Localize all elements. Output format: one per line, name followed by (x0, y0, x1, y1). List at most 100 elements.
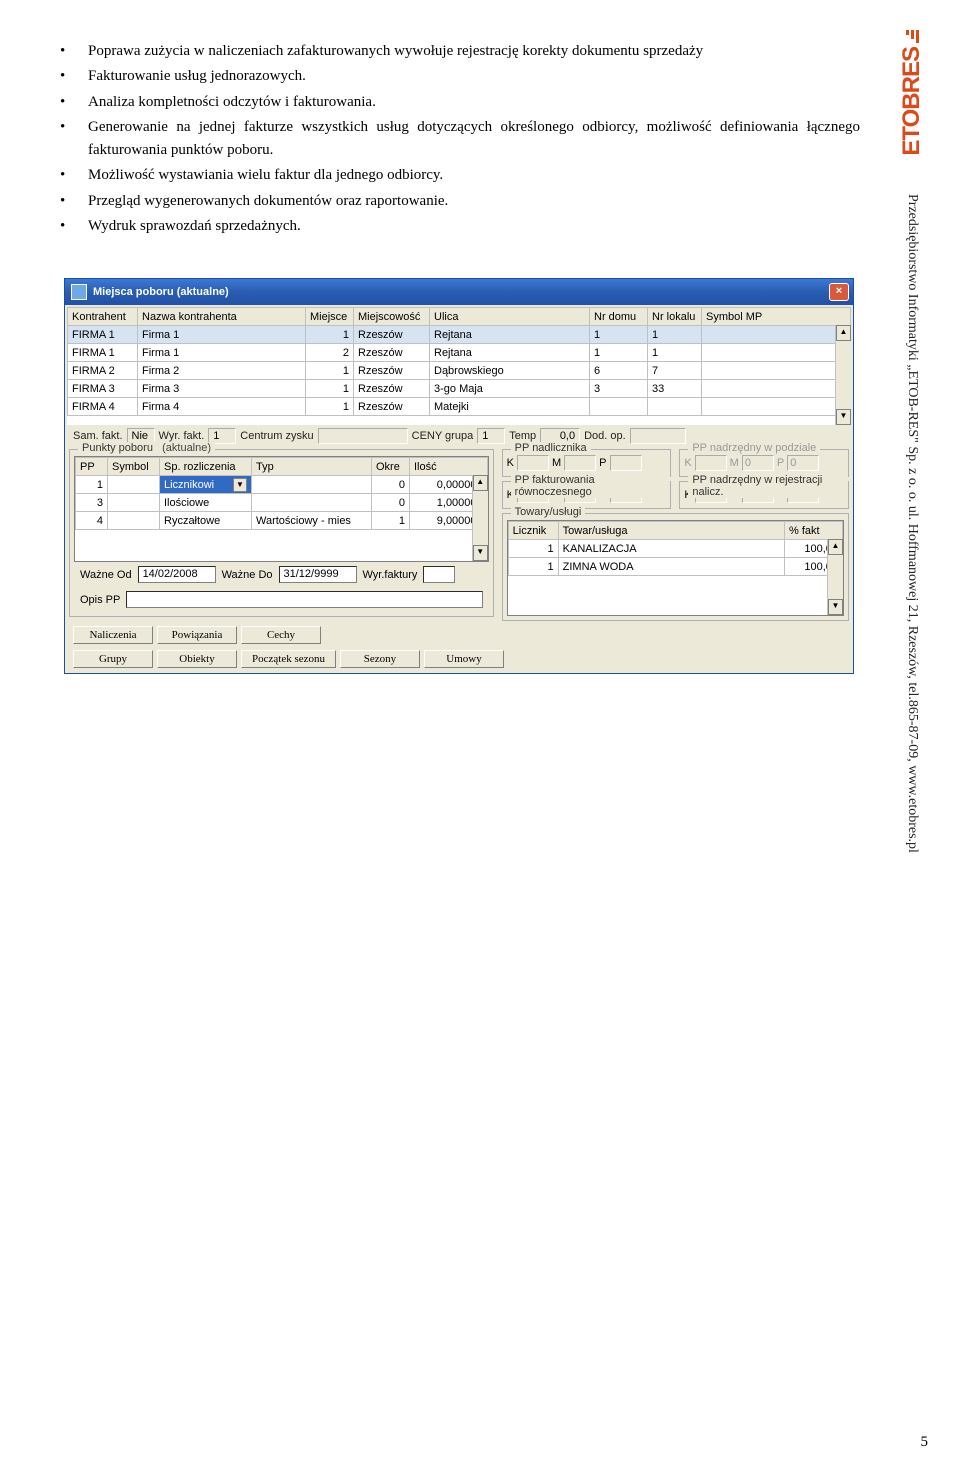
bullet-item: Fakturowanie usług jednorazowych. (60, 65, 860, 88)
button-row-1: Naliczenia Powiązania Cechy (67, 623, 851, 647)
window-title: Miejsca poboru (aktualne) (93, 286, 829, 298)
opis-input[interactable] (126, 591, 482, 608)
towary-table[interactable]: Licznik Towar/usługa % fakt 1 KANALIZACJ… (508, 521, 843, 576)
m-input (742, 455, 774, 471)
scroll-up-icon[interactable]: ▲ (836, 325, 851, 341)
table-row[interactable]: FIRMA 4Firma 41RzeszówMatejki (68, 398, 851, 416)
opis-label: Opis PP (80, 594, 120, 606)
pp-nadrzedny-podziale-fieldset: PP nadrzędny w podziale K M P (679, 449, 849, 477)
wazne-od-input[interactable]: 14/02/2008 (138, 566, 216, 583)
col-header[interactable]: Symbol MP (702, 308, 851, 326)
window-icon (71, 284, 87, 300)
bullet-item: Możliwość wystawiania wielu faktur dla j… (60, 164, 860, 187)
wazne-do-input[interactable]: 31/12/9999 (279, 566, 357, 583)
app-window: Miejsca poboru (aktualne) × Kontrahent N… (64, 278, 854, 674)
close-button[interactable]: × (829, 283, 849, 301)
punkty-poboru-fieldset: Punkty poboru (aktualne) PP Symbol Sp. r… (69, 449, 494, 617)
table-row[interactable]: 1 KANALIZACJA 100,00 (508, 540, 842, 558)
sam-fakt-label: Sam. fakt. (73, 430, 123, 442)
col-header[interactable]: Nr lokalu (648, 308, 702, 326)
sp-dropdown[interactable]: Licznikowi▼ (160, 476, 251, 493)
col-header[interactable]: Nazwa kontrahenta (138, 308, 306, 326)
dod-value (630, 428, 686, 444)
wazne-do-label: Ważne Do (222, 569, 273, 581)
table-row[interactable]: 4 Ryczałtowe Wartościowy - mies 1 9,0000… (76, 512, 488, 530)
punkty-legend: Punkty poboru (82, 442, 153, 454)
table-row[interactable]: 1 ZIMNA WODA 100,00 (508, 558, 842, 576)
col-header[interactable]: Kontrahent (68, 308, 138, 326)
temp-label: Temp (509, 430, 536, 442)
scrollbar[interactable]: ▲ ▼ (472, 475, 488, 561)
table-header-row: Licznik Towar/usługa % fakt (508, 522, 842, 540)
grupy-button[interactable]: Grupy (73, 650, 153, 668)
scroll-up-icon[interactable]: ▲ (828, 539, 843, 555)
pp-rown-legend: PP fakturowania równoczesnego (511, 474, 671, 498)
cechy-button[interactable]: Cechy (241, 626, 321, 644)
towary-legend: Towary/usługi (511, 506, 586, 518)
bullet-list: Poprawa zużycia w naliczeniach zafakturo… (60, 40, 860, 238)
ceny-value: 1 (477, 428, 505, 444)
wazne-od-label: Ważne Od (80, 569, 132, 581)
pp-nadrzedny-podziale-legend: PP nadrzędny w podziale (688, 442, 820, 454)
page-number: 5 (921, 1434, 929, 1451)
col-header[interactable]: Miejscowość (354, 308, 430, 326)
bullet-item: Analiza kompletności odczytów i fakturow… (60, 91, 860, 114)
side-footer: ETOBRES Przedsiębiorstwo Informatyki „ET… (892, 30, 932, 1441)
wyr-faktury-input[interactable] (423, 566, 455, 583)
pp-nadrzedny-nalicz-fieldset: PP nadrzędny w rejestracji nalicz. K M P (679, 481, 849, 509)
k-input[interactable] (517, 455, 549, 471)
scroll-up-icon[interactable]: ▲ (473, 475, 488, 491)
table-row[interactable]: FIRMA 1Firma 11RzeszówRejtana11 (68, 326, 851, 344)
punkty-table[interactable]: PP Symbol Sp. rozliczenia Typ Okre Ilość… (75, 457, 488, 530)
col-header[interactable]: Nr domu (590, 308, 648, 326)
col-header[interactable]: Ulica (430, 308, 590, 326)
footer-text: Przedsiębiorstwo Informatyki „ETOB-RES" … (904, 194, 920, 1441)
logo-bars-icon (906, 30, 919, 43)
chevron-down-icon[interactable]: ▼ (233, 478, 247, 492)
centrum-label: Centrum zysku (240, 430, 313, 442)
pp-nadrzedny-nalicz-legend: PP nadrzędny w rejestracji nalicz. (688, 474, 848, 498)
table-row[interactable]: FIRMA 1Firma 12RzeszówRejtana11 (68, 344, 851, 362)
main-table[interactable]: Kontrahent Nazwa kontrahenta Miejsce Mie… (67, 307, 851, 416)
powiazania-button[interactable]: Powiązania (157, 626, 237, 644)
naliczenia-button[interactable]: Naliczenia (73, 626, 153, 644)
wyr-fakt-label: Wyr. fakt. (159, 430, 205, 442)
table-row[interactable]: 3 Ilościowe 0 1,000000 (76, 494, 488, 512)
umowy-button[interactable]: Umowy (424, 650, 504, 668)
ceny-label: CENY grupa (412, 430, 474, 442)
scrollbar[interactable]: ▲ ▼ (827, 539, 843, 615)
poczatek-sezonu-button[interactable]: Początek sezonu (241, 650, 336, 668)
table-row[interactable]: 1 Licznikowi▼ 0 0,000000 (76, 476, 488, 494)
k-input (695, 455, 727, 471)
titlebar[interactable]: Miejsca poboru (aktualne) × (65, 279, 853, 305)
table-header-row: PP Symbol Sp. rozliczenia Typ Okre Ilość (76, 458, 488, 476)
pp-nadlicznika-legend: PP nadlicznika (511, 442, 591, 454)
logo-text: ETOBRES (898, 47, 926, 156)
col-header[interactable]: Miejsce (306, 308, 354, 326)
bullet-item: Przegląd wygenerowanych dokumentów oraz … (60, 190, 860, 213)
centrum-value (318, 428, 408, 444)
p-input (787, 455, 819, 471)
scroll-down-icon[interactable]: ▼ (836, 409, 851, 425)
scrollbar[interactable]: ▲ ▼ (835, 325, 851, 425)
pp-rown-fieldset: PP fakturowania równoczesnego K M P (502, 481, 672, 509)
scroll-down-icon[interactable]: ▼ (473, 545, 488, 561)
pp-nadlicznika-fieldset: PP nadlicznika K M P (502, 449, 672, 477)
sezony-button[interactable]: Sezony (340, 650, 420, 668)
table-row[interactable]: FIRMA 2Firma 21RzeszówDąbrowskiego67 (68, 362, 851, 380)
etobres-logo: ETOBRES (894, 30, 930, 180)
table-header-row: Kontrahent Nazwa kontrahenta Miejsce Mie… (68, 308, 851, 326)
towary-fieldset: Towary/usługi Licznik Towar/usługa % fak… (502, 513, 849, 621)
table-row[interactable]: FIRMA 3Firma 31Rzeszów3-go Maja333 (68, 380, 851, 398)
wyr-faktury-label: Wyr.faktury (363, 569, 418, 581)
m-input[interactable] (564, 455, 596, 471)
p-input[interactable] (610, 455, 642, 471)
button-row-2: Grupy Obiekty Początek sezonu Sezony Umo… (67, 647, 851, 671)
bullet-item: Generowanie na jednej fakturze wszystkic… (60, 116, 860, 163)
obiekty-button[interactable]: Obiekty (157, 650, 237, 668)
bullet-item: Poprawa zużycia w naliczeniach zafakturo… (60, 40, 860, 63)
punkty-aktualne: (aktualne) (162, 442, 211, 454)
scroll-down-icon[interactable]: ▼ (828, 599, 843, 615)
bullet-item: Wydruk sprawozdań sprzedażnych. (60, 215, 860, 238)
dod-label: Dod. op. (584, 430, 626, 442)
